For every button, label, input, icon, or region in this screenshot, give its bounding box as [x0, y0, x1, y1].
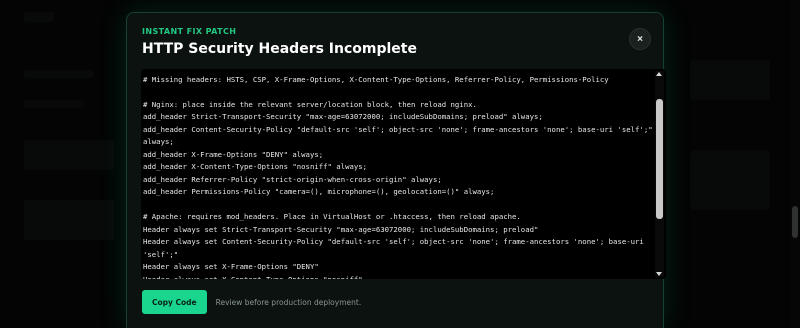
code-line: add_header Referrer-Policy "strict-origi… — [143, 174, 442, 184]
modal-kicker: INSTANT FIX PATCH — [142, 27, 237, 36]
code-line: add_header X-Frame-Options "DENY" always… — [143, 149, 324, 159]
code-line: Header always set X-Frame-Options "DENY" — [143, 262, 319, 271]
close-icon: × — [637, 33, 643, 45]
review-note: Review before production deployment. — [215, 297, 362, 307]
modal-title: HTTP Security Headers Incomplete — [142, 41, 417, 57]
fix-patch-modal: INSTANT FIX PATCH HTTP Security Headers … — [126, 12, 666, 328]
copy-code-button[interactable]: Copy Code — [142, 290, 207, 314]
code-line: # Apache: requires mod_headers. Place in… — [143, 212, 521, 221]
code-line: add_header X-Content-Type-Options "nosni… — [143, 162, 368, 171]
code-line: # Missing headers: HSTS, CSP, X-Frame-Op… — [143, 74, 609, 84]
code-line: Header always set X-Content-Type-Options… — [143, 274, 363, 280]
code-line: add_header Permissions-Policy "camera=()… — [143, 187, 495, 196]
scroll-down-arrow-icon[interactable] — [656, 272, 662, 276]
code-scroll-area[interactable]: # Missing headers: HSTS, CSP, X-Frame-Op… — [141, 69, 654, 280]
close-button[interactable]: × — [629, 28, 651, 50]
code-line: always; — [143, 137, 174, 146]
code-line: add_header Content-Security-Policy "defa… — [143, 124, 653, 134]
scroll-up-arrow-icon[interactable] — [656, 72, 662, 76]
modal-footer: Copy Code Review before production deplo… — [142, 290, 361, 314]
code-line: # Nginx: place inside the relevant serve… — [143, 99, 477, 109]
code-line: Header always set Strict-Transport-Secur… — [143, 224, 539, 234]
code-line: 'self';" — [143, 249, 179, 259]
code-scrollbar-thumb[interactable] — [656, 99, 663, 219]
code-lines: # Missing headers: HSTS, CSP, X-Frame-Op… — [143, 69, 653, 280]
code-block[interactable]: # Missing headers: HSTS, CSP, X-Frame-Op… — [141, 69, 666, 279]
code-line: Header always set Content-Security-Polic… — [143, 237, 644, 246]
code-scrollbar[interactable] — [655, 71, 664, 277]
code-line: add_header Strict-Transport-Security "ma… — [143, 112, 543, 121]
